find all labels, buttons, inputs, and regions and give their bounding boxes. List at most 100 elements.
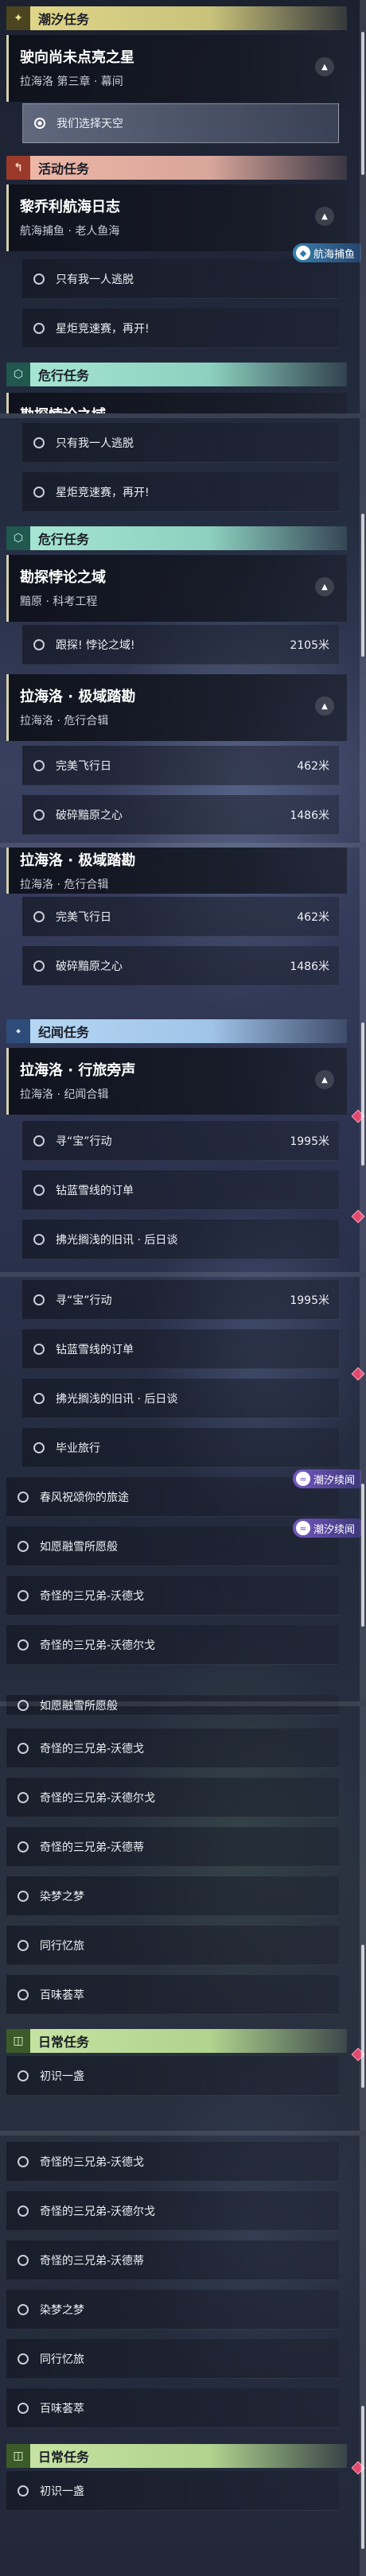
collapse-icon[interactable]: ▲	[315, 577, 334, 596]
quest-step[interactable]: 奇怪的三兄弟-沃德蒂	[6, 1827, 339, 1867]
quest-step[interactable]: 寻“宝”行动 1995米	[22, 1280, 339, 1320]
quest-step[interactable]: 奇怪的三兄弟-沃德尔戈	[6, 1625, 339, 1665]
scrollbar-thumb[interactable]	[361, 514, 364, 657]
scrollbar[interactable]	[360, 418, 366, 843]
category-header-sea[interactable]: ✦ 潮汐任务	[6, 6, 347, 30]
quest-step[interactable]: 奇怪的三兄弟-沃德戈	[6, 2142, 339, 2182]
radio-icon	[33, 486, 45, 498]
scrollbar-thumb[interactable]	[361, 2406, 364, 2549]
quest-step-label: 同行忆旅	[40, 1939, 84, 1953]
quest-list-segment-5: 如愿融雪所愿般 奇怪的三兄弟-沃德戈 奇怪的三兄弟-沃德尔戈 奇怪的三兄弟-沃德…	[0, 1695, 366, 2131]
quest-step[interactable]: 百味荟萃	[6, 1975, 339, 2015]
category-label: 活动任务	[38, 161, 90, 177]
tag-label: 潮汐续闻	[313, 1523, 355, 1536]
quest-step[interactable]: 只有我一人逃脱	[22, 423, 339, 463]
quest-step-label: 星炬竞速赛，再开!	[56, 486, 150, 499]
scrollbar[interactable]	[360, 848, 366, 1272]
screen-divider	[0, 1701, 366, 1706]
screen-divider	[0, 413, 366, 418]
category-header-record[interactable]: ⬩ 纪闻任务	[6, 1019, 347, 1043]
quest-step[interactable]: 同行忆旅	[6, 2339, 339, 2379]
quest-card[interactable]: 勘探悖论之域	[6, 393, 347, 413]
quest-step[interactable]: 染梦之梦	[6, 1876, 339, 1916]
quest-step[interactable]: 奇怪的三兄弟-沃德戈	[6, 1728, 339, 1768]
quest-card[interactable]: 拉海洛 · 极域踏勘 拉海洛 · 危行合辑	[6, 848, 347, 894]
distance-label: 462米	[297, 910, 329, 924]
category-header-daily[interactable]: ◫ 日常任务	[6, 2029, 347, 2053]
scrollbar-thumb[interactable]	[361, 1484, 364, 1627]
scrollbar[interactable]	[360, 0, 366, 413]
quest-step-label: 初识一盏	[40, 2485, 84, 2498]
collapse-icon[interactable]: ▲	[315, 57, 334, 76]
collapse-icon[interactable]: ▲	[315, 696, 334, 716]
radio-icon	[18, 2205, 29, 2217]
quest-step-label: 钻蓝雪线的订单	[56, 1343, 134, 1356]
quest-card[interactable]: 黎乔利航海日志 航海捕鱼 · 老人鱼海 ▲	[6, 184, 347, 251]
scrollbar-thumb[interactable]	[361, 1945, 364, 2088]
quest-step-label: 完美飞行日	[56, 910, 111, 924]
radio-icon	[18, 1589, 29, 1601]
quest-step[interactable]: 同行忆旅	[6, 1926, 339, 1965]
quest-step-label: 奇怪的三兄弟-沃德尔戈	[40, 1639, 156, 1652]
quest-step-label: 染梦之梦	[40, 2303, 84, 2317]
quest-step[interactable]: 毕业旅行	[22, 1428, 339, 1468]
radio-icon	[33, 1392, 45, 1404]
quest-step[interactable]: 奇怪的三兄弟-沃德戈	[6, 1576, 339, 1616]
scrollbar[interactable]	[360, 1706, 366, 2131]
quest-card[interactable]: 拉海洛 · 行旅旁声 拉海洛 · 纪闻合辑 ▲	[6, 1048, 347, 1115]
category-header-daily[interactable]: ◫ 日常任务	[6, 2444, 347, 2468]
quest-step-label: 奇怪的三兄弟-沃德蒂	[40, 2254, 145, 2268]
fish-icon: ◆	[295, 246, 310, 260]
quest-step[interactable]: 奇怪的三兄弟-沃德尔戈	[6, 2191, 339, 2231]
category-label: 日常任务	[38, 2450, 90, 2465]
scrollbar[interactable]	[360, 2136, 366, 2576]
collapse-icon[interactable]: ▲	[315, 1070, 334, 1089]
quest-card[interactable]: 驶向尚未点亮之星 拉海洛 第三章 · 幕间 ▲	[6, 35, 347, 102]
quest-step[interactable]: 只有我一人逃脱	[22, 259, 339, 299]
quest-step[interactable]: 我们选择天空	[22, 103, 339, 143]
quest-step[interactable]: 破碎黯原之心 1486米	[22, 946, 339, 986]
fishing-tag: ◆ 航海捕鱼	[292, 243, 361, 262]
quest-step[interactable]: 奇怪的三兄弟-沃德蒂	[6, 2240, 339, 2280]
quest-step-label: 百味荟萃	[40, 2402, 84, 2415]
quest-card[interactable]: 勘探悖论之域 黯原 · 科考工程 ▲	[6, 555, 347, 622]
quest-step-label: 完美飞行日	[56, 759, 111, 773]
quest-step[interactable]: 钻蓝雪线的订单	[22, 1170, 339, 1210]
quest-step[interactable]: 拂光搁浅的旧讯 · 后日谈	[22, 1379, 339, 1418]
category-header-danger[interactable]: ⬡ 危行任务	[6, 363, 347, 386]
category-header-activity[interactable]: ↰ 活动任务	[6, 156, 347, 180]
screen-divider	[0, 2131, 366, 2136]
quest-step-label: 奇怪的三兄弟-沃德戈	[40, 2155, 145, 2169]
scrollbar-thumb[interactable]	[361, 32, 364, 175]
quest-step[interactable]: 完美飞行日 462米	[22, 746, 339, 786]
quest-step[interactable]: 星炬竞速赛，再开!	[22, 308, 339, 348]
scrollbar[interactable]	[360, 1277, 366, 1701]
quest-step[interactable]: 星炬竞速赛，再开!	[22, 472, 339, 512]
quest-step[interactable]: 寻“宝”行动 1995米	[22, 1121, 339, 1161]
distance-label: 1995米	[290, 1135, 329, 1148]
quest-step[interactable]: 钻蓝雪线的订单	[22, 1329, 339, 1369]
quest-step[interactable]: 跟探! 悖论之域! 2105米	[22, 625, 339, 665]
quest-step[interactable]: 染梦之梦	[6, 2290, 339, 2330]
quest-step-label: 寻“宝”行动	[56, 1135, 112, 1148]
wave-icon: ≈	[295, 1472, 310, 1486]
quest-step[interactable]: 初识一盏	[6, 2471, 339, 2511]
quest-step[interactable]: 春风祝颂你的旅途	[6, 1477, 339, 1517]
category-header-danger[interactable]: ⬡ 危行任务	[6, 526, 347, 550]
quest-step[interactable]: 破碎黯原之心 1486米	[22, 795, 339, 835]
quest-step[interactable]: 百味荟萃	[6, 2388, 339, 2428]
quest-title: 驶向尚未点亮之星	[20, 49, 134, 66]
quest-step[interactable]: 拂光搁浅的旧讯 · 后日谈	[22, 1220, 339, 1259]
quest-step[interactable]: 如愿融雪所愿般	[6, 1527, 339, 1566]
quest-step[interactable]: 初识一盏	[6, 2056, 339, 2096]
quest-subtitle: 拉海洛 · 危行合辑	[20, 715, 109, 727]
quest-card[interactable]: 拉海洛 · 极域踏勘 拉海洛 · 危行合辑 ▲	[6, 674, 347, 741]
quest-step-label: 同行忆旅	[40, 2353, 84, 2366]
quest-step[interactable]: 完美飞行日 462米	[22, 897, 339, 937]
quest-subtitle: 拉海洛 第三章 · 幕间	[20, 76, 123, 88]
category-label: 潮汐任务	[38, 12, 90, 27]
tide-story-tag: ≈ 潮汐续闻	[292, 1469, 361, 1488]
scrollbar-thumb[interactable]	[361, 1022, 364, 1166]
collapse-icon[interactable]: ▲	[315, 207, 334, 226]
quest-step[interactable]: 奇怪的三兄弟-沃德尔戈	[6, 1778, 339, 1818]
